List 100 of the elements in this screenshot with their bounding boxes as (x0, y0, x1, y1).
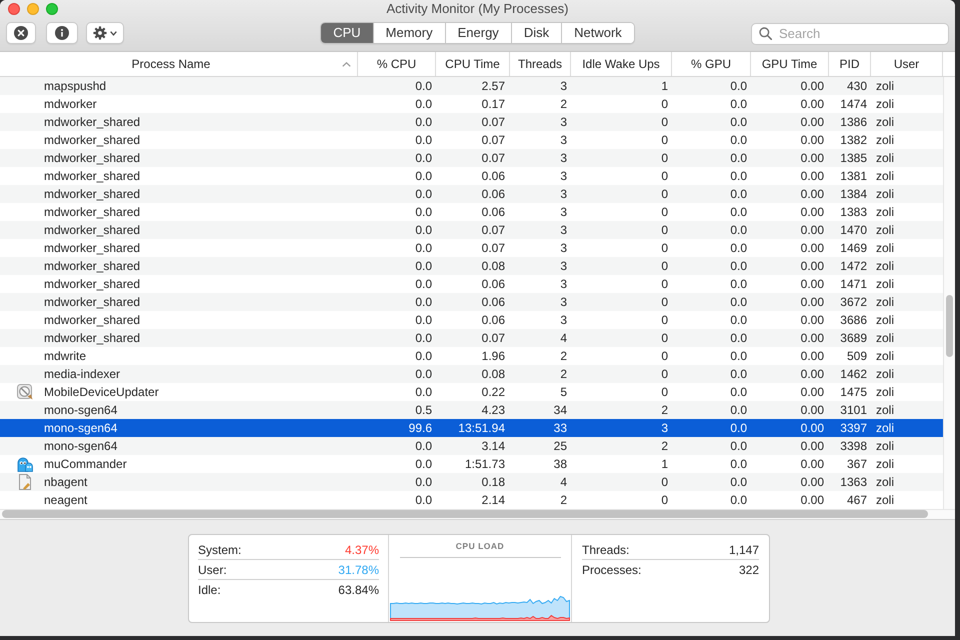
process-name: mono-sgen64 (44, 402, 118, 419)
scrollbar-thumb[interactable] (946, 295, 953, 357)
table-cell-text: zoli (875, 222, 896, 239)
column-header[interactable]: % CPU (358, 52, 436, 76)
table-cell-text: 3689 (839, 330, 868, 347)
table-row[interactable]: muCommander 0.0 1:51.73 38 1 0.0 0.00 367 zoli (0, 455, 943, 473)
table-row[interactable]: mdworker_shared 0.0 0.08 3 0 0.0 0.00 1472 zoli (0, 257, 943, 275)
stat-value: 63.84% (338, 582, 379, 599)
table-cell-text: 3397 (839, 420, 868, 437)
table-row[interactable]: mono-sgen64 0.5 4.23 34 2 0.0 0.00 3101 zoli (0, 401, 943, 419)
table-row[interactable]: mono-sgen64 0.0 3.14 25 2 0.0 0.00 3398 zoli (0, 437, 943, 455)
table-row[interactable]: mdworker_shared 0.0 0.07 3 0 0.0 0.00 1386 zoli (0, 113, 943, 131)
table-cell-text: 2 (660, 402, 669, 419)
scrollbar-thumb[interactable] (2, 510, 928, 518)
table-cell-text: 0 (660, 132, 669, 149)
table-cell-text: 0.0 (414, 186, 433, 203)
table-cell-text: 2.57 (480, 78, 506, 95)
table-row[interactable]: mdworker_shared 0.0 0.07 3 0 0.0 0.00 1470 zoli (0, 221, 943, 239)
table-cell-text: 0.06 (480, 204, 506, 221)
tab[interactable]: Network (561, 23, 634, 43)
info-button[interactable] (46, 22, 78, 44)
tab[interactable]: Energy (444, 23, 511, 43)
caret-icon (110, 30, 117, 36)
process-name: mdworker_shared (44, 240, 140, 257)
table-cell-text: 0.00 (800, 204, 825, 221)
table-cell-text: 4 (559, 474, 568, 491)
minimize-button[interactable] (27, 2, 39, 14)
table-row[interactable]: mapspushd 0.0 2.57 3 1 0.0 0.00 430 zoli (0, 77, 943, 95)
table-cell-text: 1:51.73 (464, 456, 506, 473)
stat-label: User: (198, 562, 227, 578)
table-row[interactable]: mdworker 0.0 0.17 2 0 0.0 0.00 1474 zoli (0, 95, 943, 113)
tab[interactable]: Memory (372, 23, 445, 43)
table-cell-text: 0.5 (414, 402, 433, 419)
table-cell-text: 0.0 (729, 222, 748, 239)
table-cell-text: 0.0 (729, 456, 748, 473)
table-row[interactable]: mdworker_shared 0.0 0.06 3 0 0.0 0.00 3686 zoli (0, 311, 943, 329)
table-cell-text: 2.14 (480, 492, 506, 509)
column-header[interactable]: Threads (510, 52, 571, 76)
horizontal-scrollbar[interactable] (0, 509, 955, 519)
zoom-button[interactable] (46, 2, 58, 14)
table-row[interactable]: mdworker_shared 0.0 0.07 3 0 0.0 0.00 1385 zoli (0, 149, 943, 167)
table-cell-text: 1382 (839, 132, 868, 149)
tab[interactable]: Disk (510, 23, 562, 43)
table-cell-text: 0.0 (729, 294, 748, 311)
table-cell-text: zoli (875, 132, 896, 149)
table-row[interactable]: mdworker_shared 0.0 0.06 3 0 0.0 0.00 1381 zoli (0, 167, 943, 185)
table-cell-text: 0.0 (414, 258, 433, 275)
table-cell-text: zoli (875, 204, 896, 221)
table-cell-text: 3 (559, 186, 568, 203)
table-row[interactable]: mdworker_shared 0.0 0.06 3 0 0.0 0.00 1383 zoli (0, 203, 943, 221)
column-header[interactable]: PID (829, 52, 871, 76)
circle-slash-icon (17, 384, 33, 400)
table-cell-text: 3101 (839, 402, 868, 419)
table-cell-text: zoli (875, 240, 896, 257)
table-row[interactable]: mdwrite 0.0 1.96 2 0 0.0 0.00 509 zoli (0, 347, 943, 365)
table-cell-text: 1386 (839, 114, 868, 131)
table-cell-text: 0 (660, 186, 669, 203)
table-cell-text: 0.06 (480, 294, 506, 311)
table-row[interactable]: mdworker_shared 0.0 0.07 4 0 0.0 0.00 3689 zoli (0, 329, 943, 347)
column-header[interactable]: % GPU (672, 52, 751, 76)
table-cell-text: 0.0 (414, 384, 433, 401)
table-row[interactable]: mdworker_shared 0.0 0.06 3 0 0.0 0.00 1471 zoli (0, 275, 943, 293)
info-icon (55, 26, 69, 40)
column-header[interactable]: User (871, 52, 943, 76)
stop-button[interactable] (6, 22, 36, 44)
table-cell-text: 367 (846, 456, 868, 473)
settings-menu-button[interactable] (86, 22, 124, 44)
table-cell-text: 0.06 (480, 186, 506, 203)
table-row[interactable]: neagent 0.0 2.14 2 0 0.0 0.00 467 zoli (0, 491, 943, 509)
table-row[interactable]: media-indexer 0.0 0.08 2 0 0.0 0.00 1462 zoli (0, 365, 943, 383)
tab[interactable]: CPU (321, 23, 373, 43)
table-cell-text: 0.00 (800, 96, 825, 113)
table-row[interactable]: mdworker_shared 0.0 0.07 3 0 0.0 0.00 1382 zoli (0, 131, 943, 149)
table-cell-text: 0.0 (729, 438, 748, 455)
table-cell-text: zoli (875, 96, 896, 113)
table-cell-text: 0.00 (800, 456, 825, 473)
column-header[interactable]: Idle Wake Ups (571, 52, 672, 76)
table-cell-text: zoli (875, 348, 896, 365)
table-cell-text: 4.23 (480, 402, 506, 419)
table-cell-text: 1475 (839, 384, 868, 401)
process-name: neagent (44, 492, 88, 509)
table-row[interactable]: nbagent 0.0 0.18 4 0 0.0 0.00 1363 zoli (0, 473, 943, 491)
table-row[interactable]: mdworker_shared 0.0 0.07 3 0 0.0 0.00 1469 zoli (0, 239, 943, 257)
column-header[interactable]: CPU Time (436, 52, 510, 76)
table-cell-text: 0.0 (729, 366, 748, 383)
table-cell-text: 0.0 (729, 186, 748, 203)
column-header[interactable]: Process Name (0, 52, 358, 76)
process-name: MobileDeviceUpdater (44, 384, 159, 401)
table-cell-text: 0.0 (414, 204, 433, 221)
table-row[interactable]: mdworker_shared 0.0 0.06 3 0 0.0 0.00 1384 zoli (0, 185, 943, 203)
table-row[interactable]: MobileDeviceUpdater 0.0 0.22 5 0 0.0 0.00 1475 zoli (0, 383, 943, 401)
close-button[interactable] (8, 2, 20, 14)
table-cell-text: zoli (875, 420, 896, 437)
column-header[interactable]: GPU Time (751, 52, 829, 76)
table-cell-text: 3672 (839, 294, 868, 311)
search-field[interactable]: Search (751, 22, 949, 44)
table-row[interactable]: mdworker_shared 0.0 0.06 3 0 0.0 0.00 3672 zoli (0, 293, 943, 311)
table-cell-text: 0.00 (800, 384, 825, 401)
table-row[interactable]: mono-sgen64 99.6 13:51.94 33 3 0.0 0.00 3397 zoli (0, 419, 943, 437)
vertical-scrollbar[interactable] (943, 77, 955, 509)
